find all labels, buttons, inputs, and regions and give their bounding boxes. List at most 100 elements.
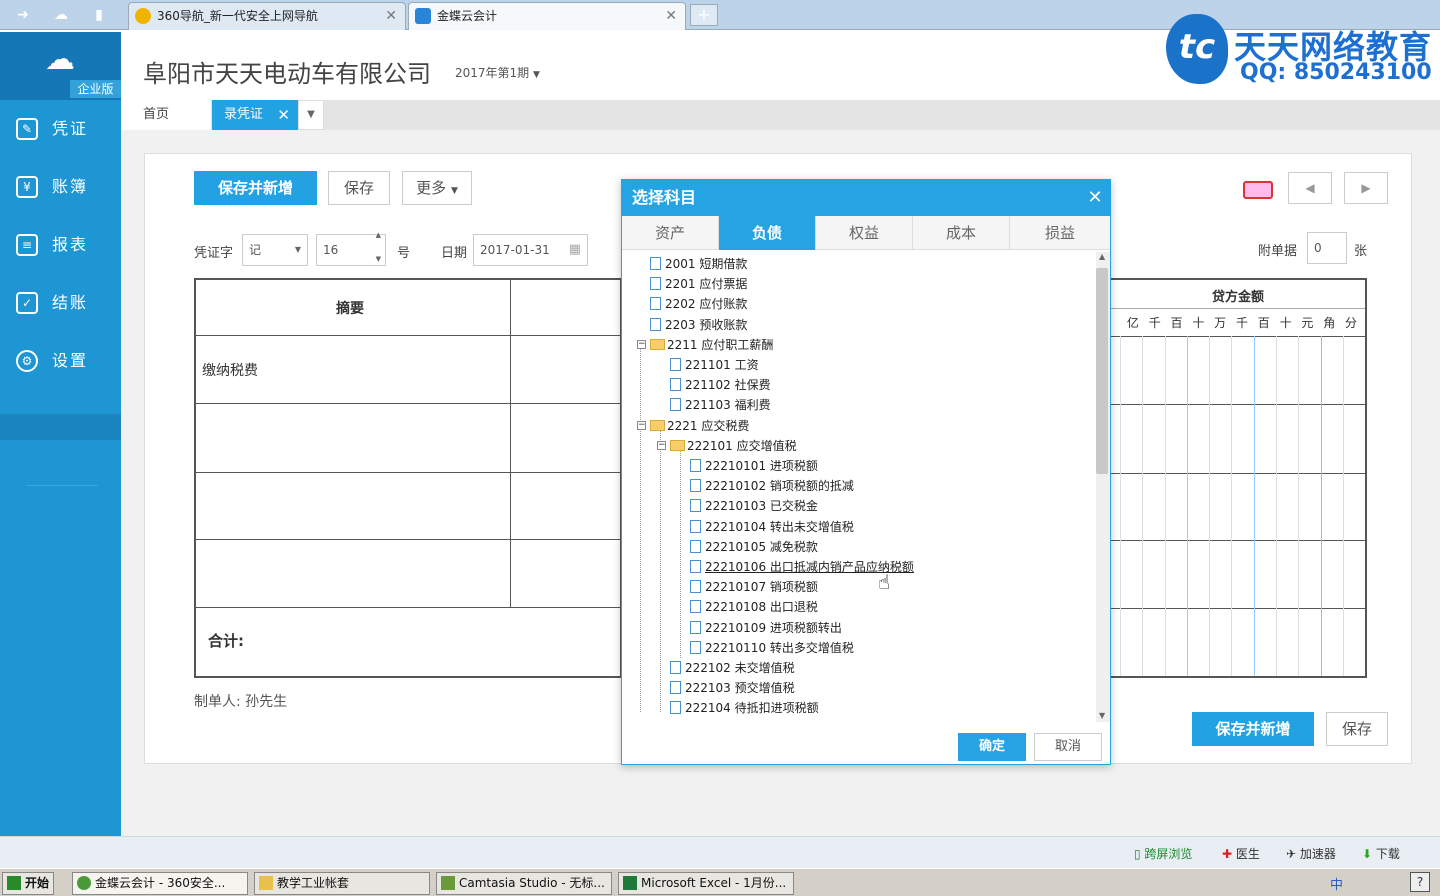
browser-status-bar: ▯ 跨屏浏览 ✚ 医生 ✈ 加速器 ⬇ 下载 xyxy=(0,836,1440,868)
sidebar-item-reports[interactable]: ≡ 报表 xyxy=(0,216,121,274)
tree-node[interactable]: 2203 预收账款 xyxy=(650,315,747,335)
node-name: 应交增值税 xyxy=(736,438,797,453)
brand-logo-icon: tc xyxy=(1166,14,1228,84)
tab-dropdown-icon[interactable]: ▼ xyxy=(298,100,324,130)
document-icon xyxy=(690,479,701,493)
collapse-toggle-icon[interactable]: − xyxy=(637,339,646,349)
close-icon[interactable]: ✕ xyxy=(665,3,677,29)
confirm-button[interactable]: 确定 xyxy=(958,733,1026,761)
task-camtasia[interactable]: Camtasia Studio - 无标... xyxy=(436,872,612,895)
tab-profit-loss[interactable]: 损益 xyxy=(1010,216,1110,250)
tab-home[interactable]: 首页 xyxy=(121,100,211,130)
tree-node[interactable]: 22210107 销项税额 xyxy=(690,577,818,597)
save-new-button[interactable]: 保存并新增 xyxy=(194,171,317,205)
close-icon[interactable]: ✕ xyxy=(385,3,397,29)
tree-node[interactable]: 2201 应付票据 xyxy=(650,274,747,294)
tab-label: 录凭证 xyxy=(224,107,264,122)
start-button[interactable]: 开始 xyxy=(2,872,54,895)
tree-node[interactable]: 221102 社保费 xyxy=(670,375,771,395)
stepper-arrows-icon[interactable]: ▲ ▼ xyxy=(376,229,381,265)
browser-tab-360[interactable]: 360导航_新一代安全上网导航 ✕ xyxy=(128,2,406,30)
calendar-icon[interactable]: ▦ xyxy=(569,235,581,265)
tree-node[interactable]: 22210104 转出未交增值税 xyxy=(690,517,854,537)
attach-count-input[interactable]: 0 xyxy=(1307,232,1347,264)
node-code: 22210110 xyxy=(705,640,767,655)
keyboard-icon[interactable] xyxy=(1243,181,1273,199)
tree-node[interactable]: 2001 短期借款 xyxy=(650,254,747,274)
tree-node[interactable]: 22210101 进项税额 xyxy=(690,456,818,476)
cloud-icon[interactable]: ☁ xyxy=(52,6,70,24)
node-code: 222104 xyxy=(685,701,731,716)
sidebar-item-settings[interactable]: ⚙ 设置 xyxy=(0,332,121,390)
save-button[interactable]: 保存 xyxy=(328,171,390,205)
task-kingdee[interactable]: 金蝶云会计 - 360安全... xyxy=(72,872,248,895)
collapse-toggle-icon[interactable]: − xyxy=(657,440,666,450)
tree-node[interactable]: 22210103 已交税金 xyxy=(690,496,818,516)
gear-icon: ⚙ xyxy=(16,350,38,372)
help-icon[interactable]: ? xyxy=(1410,872,1430,892)
new-tab-button[interactable]: + xyxy=(690,4,718,26)
download-item[interactable]: ⬇ 下载 xyxy=(1362,845,1400,862)
summary-cell[interactable]: 缴纳税费 xyxy=(202,360,258,380)
period-selector[interactable]: 2017年第1期 ▼ xyxy=(455,64,540,81)
excel-icon xyxy=(623,876,637,890)
select-account-dialog: 选择科目 ✕ 资产 负债 权益 成本 损益 2001 短期借款 2201 应付票据… xyxy=(621,179,1111,765)
node-name: 预交增值税 xyxy=(734,681,795,696)
tree-node[interactable]: − 2221 应交税费 xyxy=(637,416,749,436)
task-excel[interactable]: Microsoft Excel - 1月份... xyxy=(618,872,794,895)
tree-node[interactable]: 22210109 进项税额转出 xyxy=(690,618,842,638)
tab-liabilities[interactable]: 负债 xyxy=(719,216,816,250)
tab-assets[interactable]: 资产 xyxy=(622,216,719,250)
collapse-toggle-icon[interactable]: − xyxy=(637,420,646,430)
table-row[interactable]: 缴纳税费 xyxy=(196,336,620,404)
sidebar-item-ledger[interactable]: ¥ 账簿 xyxy=(0,158,121,216)
tree-node[interactable]: 22210105 减免税款 xyxy=(690,537,818,557)
table-row[interactable] xyxy=(196,404,620,473)
tree-node[interactable]: 22210110 转出多交增值税 xyxy=(690,638,854,658)
sidebar-item-closing[interactable]: ✓ 结账 xyxy=(0,274,121,332)
input-method-indicator[interactable]: 中 xyxy=(1330,874,1343,893)
tab-voucher[interactable]: 录凭证 ✕ xyxy=(212,100,298,130)
document-icon xyxy=(670,358,681,371)
date-field[interactable]: 2017-01-31 ▦ xyxy=(473,234,588,266)
tree-node[interactable]: 2202 应付账款 xyxy=(650,294,747,314)
accelerator-item[interactable]: ✈ 加速器 xyxy=(1286,845,1336,862)
voucher-word-select[interactable]: 记 ▼ xyxy=(242,234,308,266)
cross-screen-item[interactable]: ▯ 跨屏浏览 xyxy=(1134,845,1192,862)
number-suffix: 号 xyxy=(397,246,411,261)
tree-node[interactable]: 222102 未交增值税 xyxy=(670,658,795,678)
scrollbar-thumb[interactable] xyxy=(1096,268,1108,474)
task-folder[interactable]: 教学工业帐套 xyxy=(254,872,430,895)
document-icon xyxy=(670,661,681,674)
table-row[interactable] xyxy=(196,540,620,608)
attach-suffix: 张 xyxy=(1354,244,1368,259)
browser-tab-kingdee[interactable]: 金蝶云会计 ✕ xyxy=(408,2,686,30)
cloud-logo-icon: ☁ xyxy=(45,42,75,77)
more-button[interactable]: 更多 ▼ xyxy=(402,171,472,205)
doctor-item[interactable]: ✚ 医生 xyxy=(1222,845,1260,862)
prev-voucher-button[interactable]: ◀ xyxy=(1288,172,1332,204)
node-code: 22210104 xyxy=(705,519,767,534)
footer-save-button[interactable]: 保存 xyxy=(1326,712,1388,746)
tree-node[interactable]: 22210108 出口退税 xyxy=(690,597,818,617)
next-voucher-button[interactable]: ▶ xyxy=(1344,172,1388,204)
tab-cost[interactable]: 成本 xyxy=(913,216,1010,250)
tree-node[interactable]: 221103 福利费 xyxy=(670,395,771,415)
voucher-number-stepper[interactable]: 16 ▲ ▼ xyxy=(316,231,386,266)
table-row[interactable] xyxy=(196,473,620,540)
sidebar: ☁ 企业版 ✎ 凭证 ¥ 账簿 ≡ 报表 ✓ 结账 ⚙ 设置 xyxy=(0,32,121,836)
tree-node[interactable]: 22210102 销项税额的抵减 xyxy=(690,476,854,496)
tree-node[interactable]: 221101 工资 xyxy=(670,355,759,375)
close-icon[interactable]: ✕ xyxy=(1080,180,1110,216)
footer-save-new-button[interactable]: 保存并新增 xyxy=(1192,712,1314,746)
cancel-button[interactable]: 取消 xyxy=(1034,733,1102,761)
close-icon[interactable]: ✕ xyxy=(277,100,290,130)
tree-node[interactable]: − 222101 应交增值税 xyxy=(657,436,797,456)
sidebar-item-voucher[interactable]: ✎ 凭证 xyxy=(0,100,121,158)
sidebar-toggle-icon[interactable]: ➜ xyxy=(14,6,32,24)
tree-node[interactable]: 222104 待抵扣进项税额 xyxy=(670,698,819,718)
phone-icon[interactable]: ▮ xyxy=(90,6,108,24)
tree-node[interactable]: 222103 预交增值税 xyxy=(670,678,795,698)
tab-equity[interactable]: 权益 xyxy=(816,216,913,250)
tree-node[interactable]: − 2211 应付职工薪酬 xyxy=(637,335,773,355)
